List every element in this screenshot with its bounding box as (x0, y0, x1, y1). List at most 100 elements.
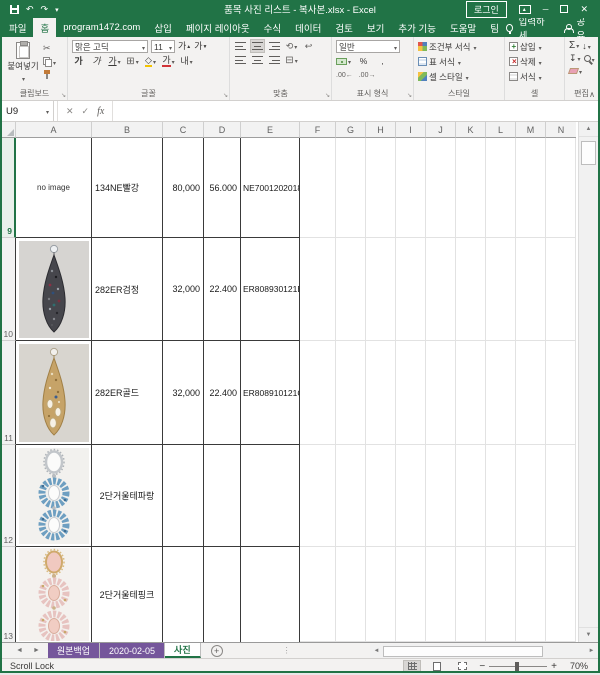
cell[interactable] (516, 238, 546, 341)
grow-font-button[interactable]: 가▲ (178, 41, 191, 53)
cell[interactable] (336, 138, 366, 238)
cell-product-name[interactable]: 2단거울테파랑 (92, 445, 163, 547)
sheet-nav-right-icon[interactable]: ► (33, 647, 40, 654)
increase-decimal-button[interactable]: .00← (336, 69, 353, 81)
cell-code[interactable] (241, 547, 300, 642)
cell[interactable] (336, 445, 366, 547)
cell[interactable] (456, 138, 486, 238)
cell-code[interactable]: ER808930121BK (241, 238, 300, 341)
cell-product-name[interactable]: 282ER골드 (92, 341, 163, 445)
cell[interactable] (426, 445, 456, 547)
format-painter-button[interactable] (43, 69, 56, 80)
format-cells-button[interactable]: 서식 (509, 70, 542, 83)
cell[interactable] (516, 341, 546, 445)
align-center-button[interactable] (251, 54, 264, 66)
cell-image[interactable] (16, 238, 92, 341)
cell[interactable] (486, 238, 516, 341)
horizontal-scrollbar[interactable]: ◄ ► (370, 644, 598, 658)
cell-image[interactable] (16, 445, 92, 547)
top-align-button[interactable] (234, 40, 247, 52)
cell[interactable] (396, 238, 426, 341)
bold-button[interactable]: 가 (72, 55, 85, 67)
cell[interactable] (546, 341, 576, 445)
clear-button[interactable] (569, 66, 582, 76)
tab-team[interactable]: 팀 (483, 18, 506, 37)
paste-button[interactable]: 붙여넣기 (6, 40, 40, 87)
page-layout-view-button[interactable] (429, 661, 445, 672)
cell[interactable] (426, 238, 456, 341)
tab-program1472[interactable]: program1472.com (56, 18, 147, 37)
comma-style-button[interactable]: , (376, 55, 389, 67)
cell[interactable] (366, 138, 396, 238)
decrease-decimal-button[interactable]: .00→ (359, 69, 376, 81)
column-header[interactable]: F (300, 122, 336, 138)
align-right-button[interactable] (268, 54, 281, 66)
zoom-slider-thumb[interactable] (515, 662, 519, 671)
cell-product-name[interactable]: 2단거울테핑크 (92, 547, 163, 642)
new-sheet-button[interactable]: + (211, 645, 223, 657)
align-left-button[interactable] (234, 54, 247, 66)
autosum-button[interactable] (569, 40, 579, 51)
shrink-font-button[interactable]: 가▼ (194, 41, 207, 53)
ribbon-display-options-icon[interactable] (519, 5, 531, 14)
cell-price2[interactable]: 56.000 (204, 138, 241, 238)
tab-page-layout[interactable]: 페이지 레이아웃 (179, 18, 257, 37)
redo-icon[interactable] (41, 5, 49, 14)
conditional-formatting-button[interactable]: 조건부 서식 (418, 40, 476, 53)
column-header[interactable]: K (456, 122, 486, 138)
column-header[interactable]: B (92, 122, 163, 138)
column-header[interactable]: C (163, 122, 204, 138)
sort-filter-button[interactable] (582, 41, 591, 51)
cell-price[interactable] (163, 547, 204, 642)
undo-icon[interactable] (26, 5, 34, 14)
cell-product-name[interactable]: 282ER검정 (92, 238, 163, 341)
font-name-select[interactable]: 맑은 고딕 (72, 40, 148, 53)
insert-function-icon[interactable]: fx (97, 106, 104, 117)
percent-style-button[interactable]: % (357, 55, 370, 67)
number-dialog-launcher-icon[interactable] (407, 92, 412, 99)
cell[interactable] (300, 341, 336, 445)
cell[interactable] (486, 341, 516, 445)
cell-code[interactable] (241, 445, 300, 547)
cell[interactable] (336, 341, 366, 445)
cell-price2[interactable]: 22.400 (204, 341, 241, 445)
tab-file[interactable]: 파일 (2, 18, 33, 37)
cell[interactable] (426, 547, 456, 642)
copy-button[interactable] (43, 56, 56, 67)
sheet-nav-left-icon[interactable]: ◄ (16, 647, 23, 654)
cut-button[interactable] (43, 43, 56, 54)
font-size-select[interactable]: 11 (151, 40, 175, 53)
alignment-dialog-launcher-icon[interactable] (325, 92, 330, 99)
cell[interactable] (456, 341, 486, 445)
login-button[interactable]: 로그인 (466, 1, 507, 18)
middle-align-button[interactable] (251, 40, 264, 52)
cell-code[interactable]: ER808910121GD (241, 341, 300, 445)
vertical-scroll-thumb[interactable] (581, 141, 596, 165)
scroll-left-icon[interactable]: ◄ (370, 648, 383, 654)
scroll-down-icon[interactable]: ▼ (579, 627, 598, 642)
cell[interactable] (300, 238, 336, 341)
fill-button[interactable] (569, 53, 581, 64)
cell[interactable] (456, 547, 486, 642)
zoom-out-button[interactable] (479, 661, 485, 672)
cell[interactable] (300, 138, 336, 238)
cell[interactable] (516, 138, 546, 238)
tab-insert[interactable]: 삽입 (147, 18, 178, 37)
zoom-in-button[interactable] (551, 661, 557, 672)
cell[interactable] (426, 138, 456, 238)
cell-image[interactable] (16, 547, 92, 642)
font-dialog-launcher-icon[interactable] (223, 92, 228, 99)
normal-view-button[interactable] (404, 661, 420, 672)
cell[interactable] (366, 547, 396, 642)
sheet-tab-backup[interactable]: 원본백업 (48, 643, 100, 658)
clipboard-dialog-launcher-icon[interactable] (61, 92, 66, 99)
cell[interactable] (546, 445, 576, 547)
tab-view[interactable]: 보기 (360, 18, 391, 37)
maximize-button[interactable] (560, 5, 568, 13)
tab-data[interactable]: 데이터 (288, 18, 328, 37)
cell[interactable] (396, 341, 426, 445)
cell[interactable] (546, 547, 576, 642)
bottom-align-button[interactable] (268, 40, 281, 52)
column-header[interactable]: L (486, 122, 516, 138)
cell[interactable] (366, 341, 396, 445)
